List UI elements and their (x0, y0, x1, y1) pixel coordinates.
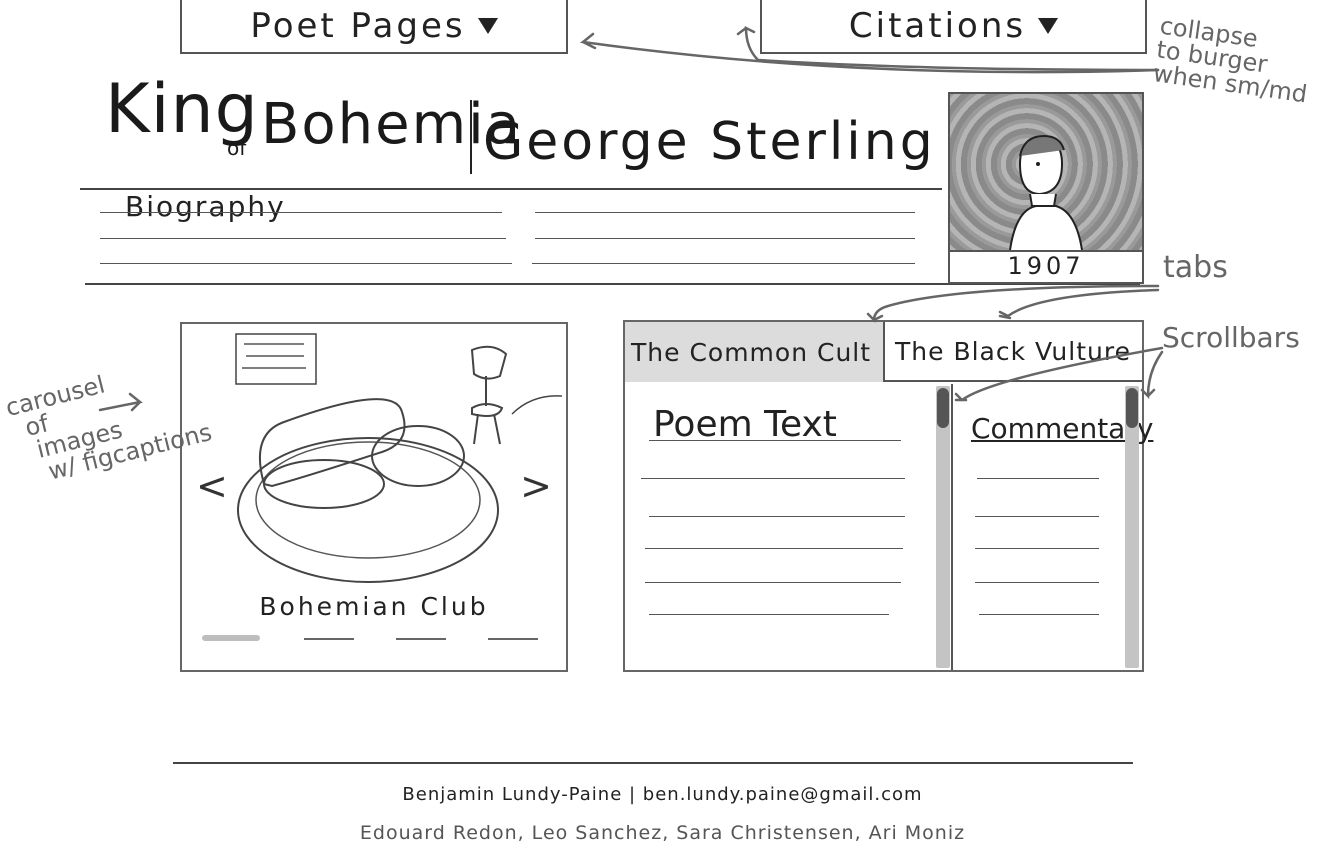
footer-credits: Edouard Redon, Leo Sanchez, Sara Christe… (359, 822, 966, 844)
annotation-scrollbars: Scrollbars (1162, 321, 1300, 354)
footer-author: Benjamin Lundy-Paine | ben.lundy.paine@g… (402, 784, 923, 805)
annotation-tabs: tabs (1163, 250, 1228, 285)
footer-divider (173, 762, 1133, 764)
